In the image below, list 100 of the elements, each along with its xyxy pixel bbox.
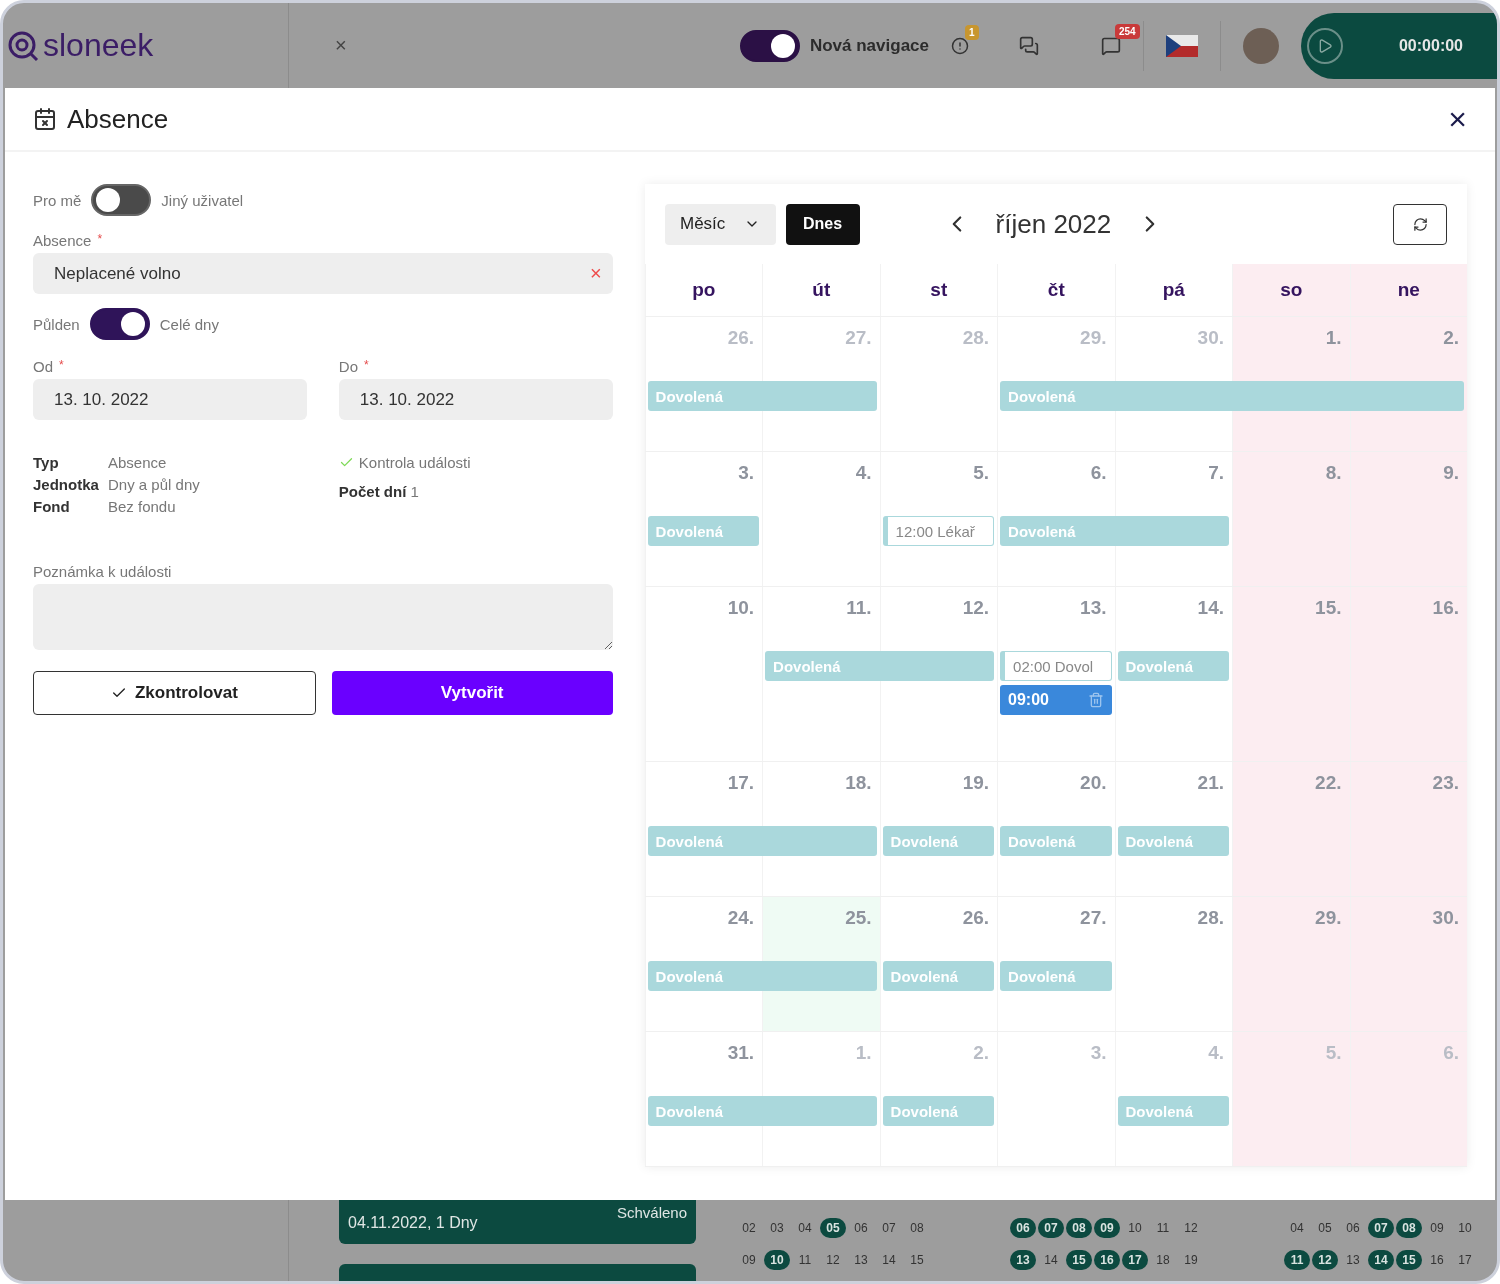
info-key: Jednotka	[33, 476, 108, 493]
event-bar[interactable]: Dovolená	[647, 381, 877, 411]
event-bar[interactable]: Dovolená	[882, 961, 995, 991]
toggle-label: Celé dny	[159, 315, 219, 333]
info-key: Fond	[33, 498, 108, 515]
info-key: Typ	[33, 454, 108, 471]
mini-calendar-day: 10	[764, 1250, 790, 1270]
day-number: 5.	[1325, 1042, 1342, 1064]
event-bar[interactable]: Dovolená	[882, 1096, 995, 1126]
today-cell[interactable]: 25.	[762, 897, 880, 961]
day-cell[interactable]: 22.	[1232, 762, 1350, 826]
event-bar[interactable]: Dovolená	[647, 961, 877, 991]
day-count: Počet dní 1	[338, 483, 420, 500]
day-number: 30.	[1197, 327, 1224, 349]
mini-calendar-day: 09	[1424, 1218, 1450, 1238]
weekday-header: so	[1232, 264, 1350, 316]
month-title: říjen 2022	[995, 208, 1112, 240]
day-number: 29.	[1080, 327, 1107, 349]
mini-calendar-day: 02	[736, 1218, 762, 1238]
event-bar[interactable]: Dovolená	[882, 826, 995, 856]
event-bar[interactable]: Dovolená	[1000, 516, 1229, 546]
day-cell[interactable]: 30.	[1349, 897, 1467, 961]
event-bar[interactable]: Dovolená	[1000, 961, 1112, 991]
chat-icon[interactable]	[1019, 35, 1039, 56]
day-cell[interactable]: 10.	[644, 587, 763, 651]
day-cell[interactable]: 15.	[1232, 587, 1350, 651]
alert-icon[interactable]	[951, 36, 969, 55]
event-bar[interactable]: Dovolená	[647, 516, 760, 546]
sloneek-logo[interactable]: sloneek	[7, 27, 154, 64]
navigation-toggle[interactable]	[739, 29, 800, 62]
day-cell[interactable]: 2.	[1349, 317, 1467, 381]
event-bar[interactable]: Dovolená	[1117, 651, 1229, 681]
day-number: 27.	[1080, 907, 1107, 929]
day-cell[interactable]: 8.	[1232, 452, 1350, 516]
mini-calendar-day: 11	[1150, 1218, 1176, 1238]
event-bar[interactable]: Dovolená	[765, 651, 995, 681]
mini-calendar-day: 11	[792, 1250, 818, 1270]
absence-card[interactable]: 04.11.2022, 1 Dny Schváleno	[339, 1200, 696, 1244]
play-button[interactable]	[1307, 27, 1343, 64]
toggle-label: Jiný uživatel	[161, 191, 244, 209]
date-field[interactable]: 13. 10. 2022	[338, 379, 613, 420]
day-number: 30.	[1432, 907, 1459, 929]
day-cell[interactable]: 6.	[1349, 1032, 1467, 1096]
notification-icon[interactable]	[1101, 35, 1121, 56]
mini-calendar-day: 17	[1452, 1250, 1478, 1270]
event-bar[interactable]: Dovolená	[1000, 381, 1464, 411]
calendar-icon	[33, 107, 57, 131]
mini-calendar-day: 16	[1094, 1250, 1120, 1270]
day-cell[interactable]: 28.	[879, 317, 998, 381]
create-button[interactable]: Vytvořit	[331, 671, 613, 715]
day-number: 29.	[1315, 907, 1342, 929]
refresh-button[interactable]	[1393, 203, 1447, 245]
mini-calendar-day: 04	[792, 1218, 818, 1238]
day-number: 16.	[1432, 597, 1459, 619]
day-number: 8.	[1325, 462, 1342, 484]
day-cell[interactable]: 1.	[1232, 317, 1350, 381]
event-item[interactable]: 02:00 Dovol	[1000, 651, 1112, 681]
day-number: 1.	[855, 1042, 872, 1064]
event-bar[interactable]: Dovolená	[647, 1096, 877, 1126]
day-cell[interactable]: 29.	[1232, 897, 1350, 961]
mini-calendar-day: 12	[1312, 1250, 1338, 1270]
day-cell[interactable]: 23.	[1349, 762, 1467, 826]
day-number: 9.	[1443, 462, 1459, 484]
field-label: Od *	[33, 358, 65, 375]
absence-select[interactable]: Neplacené volno ×	[33, 253, 613, 294]
mini-calendar-day: 14	[1038, 1250, 1064, 1270]
mini-calendar-day: 06	[1340, 1218, 1366, 1238]
day-number: 24.	[727, 907, 755, 929]
event-bar[interactable]: Dovolená	[1117, 1096, 1229, 1126]
day-number: 26.	[727, 327, 755, 349]
toggle-switch[interactable]	[91, 184, 152, 216]
mini-calendar-day: 06	[848, 1218, 874, 1238]
day-cell[interactable]: 5.	[1232, 1032, 1350, 1096]
close-tab-button[interactable]: ×	[335, 34, 347, 57]
day-number: 5.	[973, 462, 990, 484]
event-bar[interactable]: Dovolená	[1117, 826, 1229, 856]
close-button[interactable]: ×	[1448, 103, 1467, 135]
note-field[interactable]	[33, 584, 613, 650]
toggle-switch[interactable]	[89, 308, 150, 340]
toggle-label: Pro mě	[33, 191, 82, 209]
mini-calendar-day: 09	[736, 1250, 762, 1270]
day-cell[interactable]: 3.	[997, 1032, 1115, 1096]
clear-icon[interactable]: ×	[589, 262, 602, 285]
flag-icon[interactable]	[1166, 34, 1198, 57]
event-bar[interactable]: Dovolená	[1000, 826, 1112, 856]
view-select[interactable]: Měsíc	[664, 203, 776, 245]
info-value: Dny a půl dny	[108, 476, 201, 493]
day-cell[interactable]: 16.	[1349, 587, 1467, 651]
today-button[interactable]: Dnes	[785, 203, 860, 245]
check-button[interactable]: Zkontrolovat	[33, 671, 316, 715]
day-cell[interactable]: 4.	[762, 452, 880, 516]
mini-calendar-day: 05	[820, 1218, 846, 1238]
day-cell[interactable]: 9.	[1349, 452, 1467, 516]
selected-event[interactable]: 09:00	[1000, 685, 1112, 715]
field-label: Absence *	[33, 232, 104, 249]
event-item[interactable]: 12:00 Lékař	[882, 516, 995, 546]
event-bar[interactable]: Dovolená	[647, 826, 877, 856]
date-field[interactable]: 13. 10. 2022	[33, 379, 307, 420]
weekday-header: ne	[1349, 264, 1467, 316]
notification-badge: 254	[1115, 23, 1140, 39]
